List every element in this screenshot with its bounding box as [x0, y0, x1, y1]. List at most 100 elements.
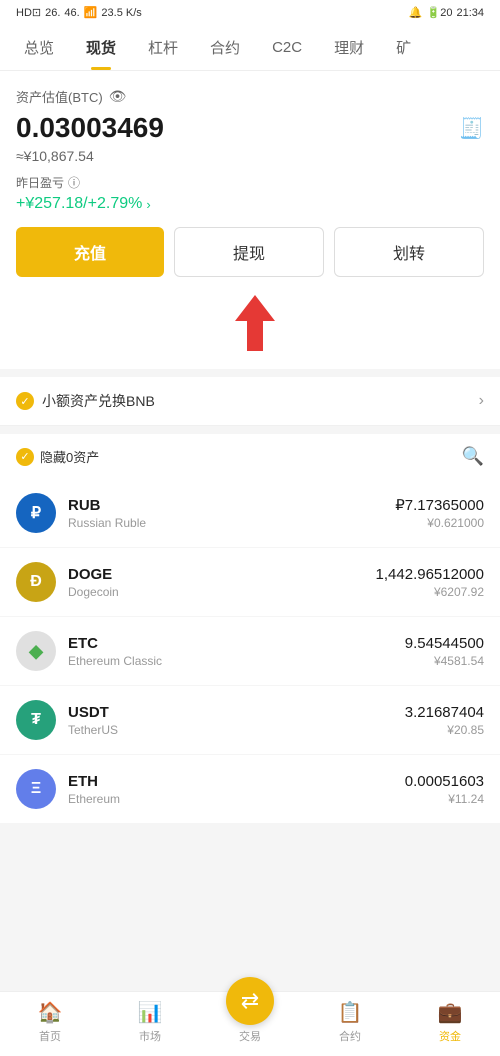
bnb-check-icon: ✓ — [16, 392, 34, 410]
eth-symbol: ETH — [68, 773, 405, 790]
nav-market[interactable]: 📊 市场 — [120, 1000, 180, 1044]
tab-leverage[interactable]: 杠杆 — [132, 25, 194, 70]
tab-mining[interactable]: 矿 — [380, 25, 427, 70]
usdt-symbol: USDT — [68, 704, 405, 721]
arrow-annotation — [16, 293, 484, 353]
trade-center-button[interactable]: ⇄ — [226, 977, 274, 1025]
futures-icon: 📋 — [338, 1000, 363, 1025]
bnb-chevron-icon: › — [479, 392, 484, 410]
profit-chevron-icon: › — [146, 197, 150, 212]
doge-name: Dogecoin — [68, 585, 376, 599]
status-left: HD⊡ 26. 46. 📶 23.5 K/s — [16, 6, 142, 19]
eth-name: Ethereum — [68, 792, 405, 806]
nav-trade[interactable]: ⇄ 交易 — [220, 1001, 280, 1044]
up-arrow-icon — [230, 293, 280, 353]
asset-label: 资产估值(BTC) 👁 — [16, 87, 484, 106]
status-right: 🔔 🔋20 21:34 — [409, 6, 484, 19]
section-divider-2 — [0, 426, 500, 434]
etc-amount: 9.54544500 — [405, 635, 484, 652]
nav-futures-label: 合约 — [339, 1028, 361, 1044]
bnb-banner[interactable]: ✓ 小额资产兑换BNB › — [0, 377, 500, 426]
usdt-cny: ¥20.85 — [405, 723, 484, 737]
tab-contract[interactable]: 合约 — [194, 25, 256, 70]
doge-symbol: DOGE — [68, 566, 376, 583]
status-signal: 26. — [45, 7, 60, 19]
tab-finance[interactable]: 理财 — [318, 25, 380, 70]
nav-market-label: 市场 — [139, 1028, 161, 1044]
usdt-name: TetherUS — [68, 723, 405, 737]
network-speed: 23.5 K/s — [101, 7, 141, 19]
status-hd: HD⊡ — [16, 6, 41, 19]
assets-icon: 💼 — [438, 1000, 463, 1025]
eth-icon: Ξ — [16, 769, 56, 809]
transfer-button[interactable]: 划转 — [334, 227, 484, 277]
section-divider — [0, 369, 500, 377]
eth-balance: 0.00051603 ¥11.24 — [405, 773, 484, 806]
hide-check-icon: ✓ — [16, 448, 34, 466]
market-icon: 📊 — [138, 1000, 163, 1025]
nav-home[interactable]: 🏠 首页 — [20, 1000, 80, 1044]
status-bar: HD⊡ 26. 46. 📶 23.5 K/s 🔔 🔋20 21:34 — [0, 0, 500, 25]
tab-overview[interactable]: 总览 — [8, 25, 70, 70]
etc-symbol: ETC — [68, 635, 405, 652]
etc-icon: ◆ — [16, 631, 56, 671]
main-content: 资产估值(BTC) 👁 0.03003469 🧾 ≈¥10,867.54 昨日盈… — [0, 71, 500, 369]
hide-assets-toggle[interactable]: ✓ 隐藏0资产 — [16, 447, 99, 466]
etc-info: ETC Ethereum Classic — [68, 635, 405, 668]
bottom-nav: 🏠 首页 📊 市场 ⇄ 交易 📋 合约 💼 资金 — [0, 991, 500, 1056]
nav-futures[interactable]: 📋 合约 — [320, 1000, 380, 1044]
hide-assets-label: 隐藏0资产 — [40, 447, 99, 466]
receipt-icon[interactable]: 🧾 — [459, 116, 484, 141]
btc-value: 0.03003469 — [16, 112, 164, 144]
coin-item-eth[interactable]: Ξ ETH Ethereum 0.00051603 ¥11.24 — [0, 755, 500, 824]
eth-amount: 0.00051603 — [405, 773, 484, 790]
recharge-button[interactable]: 充值 — [16, 227, 164, 277]
asset-list-header: ✓ 隐藏0资产 🔍 — [0, 434, 500, 479]
alarm-icon: 🔔 — [409, 6, 423, 19]
asset-main-row: 0.03003469 🧾 — [16, 112, 484, 144]
doge-cny: ¥6207.92 — [376, 585, 484, 599]
nav-assets-label: 资金 — [439, 1028, 461, 1044]
asset-label-text: 资产估值(BTC) — [16, 87, 103, 106]
search-button[interactable]: 🔍 — [462, 446, 484, 467]
rub-amount: ₽7.17365000 — [395, 496, 484, 514]
battery-icon: 🔋20 — [427, 6, 453, 19]
profit-value: +¥257.18/+2.79% › — [16, 195, 484, 213]
bottom-spacer — [0, 824, 500, 904]
rub-info: RUB Russian Ruble — [68, 497, 395, 530]
bnb-banner-text: 小额资产兑换BNB — [42, 391, 155, 411]
eth-info: ETH Ethereum — [68, 773, 405, 806]
home-icon: 🏠 — [38, 1000, 63, 1025]
eye-icon[interactable]: 👁 — [109, 88, 127, 105]
coin-item-doge[interactable]: Ð DOGE Dogecoin 1,442.96512000 ¥6207.92 — [0, 548, 500, 617]
doge-info: DOGE Dogecoin — [68, 566, 376, 599]
etc-name: Ethereum Classic — [68, 654, 405, 668]
usdt-info: USDT TetherUS — [68, 704, 405, 737]
tab-c2c[interactable]: C2C — [256, 27, 318, 68]
profit-label: 昨日盈亏 ⓘ — [16, 174, 484, 191]
etc-balance: 9.54544500 ¥4581.54 — [405, 635, 484, 668]
coin-item-usdt[interactable]: ₮ USDT TetherUS 3.21687404 ¥20.85 — [0, 686, 500, 755]
eth-cny: ¥11.24 — [405, 792, 484, 806]
action-buttons: 充值 提现 划转 — [16, 227, 484, 277]
doge-icon: Ð — [16, 562, 56, 602]
tab-spot[interactable]: 现货 — [70, 25, 132, 70]
rub-balance: ₽7.17365000 ¥0.621000 — [395, 496, 484, 530]
info-icon: ⓘ — [68, 174, 80, 191]
withdraw-button[interactable]: 提现 — [174, 227, 324, 277]
etc-cny: ¥4581.54 — [405, 654, 484, 668]
nav-home-label: 首页 — [39, 1028, 61, 1044]
rub-name: Russian Ruble — [68, 516, 395, 530]
usdt-icon: ₮ — [16, 700, 56, 740]
coin-list: ₽ RUB Russian Ruble ₽7.17365000 ¥0.62100… — [0, 479, 500, 824]
search-icon: 🔍 — [462, 446, 484, 466]
rub-symbol: RUB — [68, 497, 395, 514]
doge-balance: 1,442.96512000 ¥6207.92 — [376, 566, 484, 599]
status-4g: 46. — [64, 7, 79, 19]
rub-icon: ₽ — [16, 493, 56, 533]
coin-item-rub[interactable]: ₽ RUB Russian Ruble ₽7.17365000 ¥0.62100… — [0, 479, 500, 548]
nav-assets[interactable]: 💼 资金 — [420, 1000, 480, 1044]
nav-trade-label: 交易 — [239, 1028, 261, 1044]
coin-item-etc[interactable]: ◆ ETC Ethereum Classic 9.54544500 ¥4581.… — [0, 617, 500, 686]
nav-tabs: 总览 现货 杠杆 合约 C2C 理财 矿 — [0, 25, 500, 71]
